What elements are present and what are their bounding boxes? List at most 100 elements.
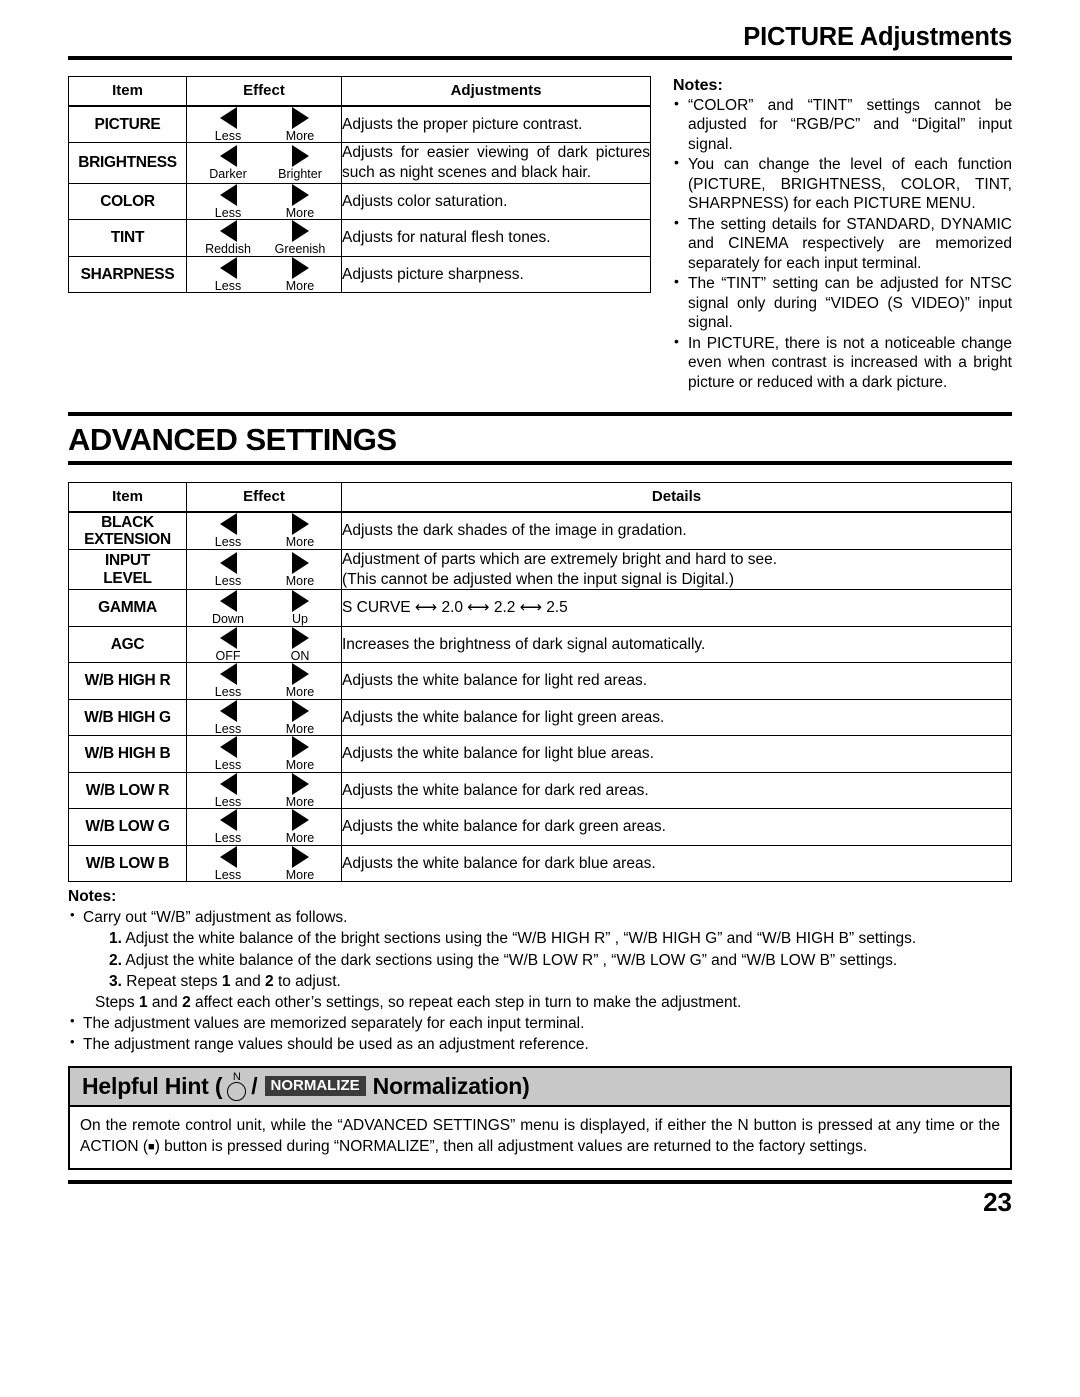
left-arrow-label: Down — [212, 612, 244, 627]
row-effect: Less More — [186, 735, 342, 773]
decrease-control[interactable]: Down — [201, 590, 255, 626]
right-arrow-label: More — [285, 758, 315, 773]
footer-rule — [68, 1179, 1012, 1184]
notes-list: “COLOR” and “TINT” settings cannot be ad… — [673, 95, 1012, 393]
increase-control[interactable]: Brighter — [273, 145, 327, 181]
section-bottom-rule — [68, 461, 1012, 466]
increase-control[interactable]: More — [273, 256, 327, 293]
decrease-control[interactable]: Less — [201, 551, 255, 588]
decrease-control[interactable]: Less — [201, 106, 255, 143]
decrease-control[interactable]: Less — [201, 256, 255, 293]
increase-control[interactable]: More — [273, 513, 327, 549]
left-arrow-icon — [219, 551, 237, 574]
list-item: Carry out “W/B” adjustment as follows. 1… — [68, 906, 1012, 1012]
table-row: GAMMA Down Up S CURVE ⟷ 2.0 ⟷ 2.2 ⟷ 2.5 — [68, 589, 1012, 627]
table-header-row: Item Effect Details — [68, 482, 1012, 514]
increase-control[interactable]: More — [273, 699, 327, 736]
row-description: Increases the brightness of dark signal … — [341, 625, 1012, 664]
increase-control[interactable]: More — [273, 663, 327, 699]
col-header-item: Item — [68, 75, 187, 107]
page-number: 23 — [983, 1186, 1012, 1217]
table-row: W/B LOW R Less More Adjusts the white balan… — [68, 771, 1012, 810]
row-effect: Less More — [186, 105, 342, 144]
notes-heading: Notes: — [68, 888, 117, 906]
row-effect: Less More — [186, 771, 342, 810]
advanced-table-body: BLACK EXTENSION Less More Adjusts the dark s… — [68, 511, 1012, 883]
increase-control[interactable]: More — [273, 809, 327, 845]
arrow-pair: Less More — [187, 772, 341, 809]
decrease-control[interactable]: Less — [201, 772, 255, 809]
decrease-control[interactable]: Less — [201, 663, 255, 699]
decrease-control[interactable]: Less — [201, 845, 255, 882]
decrease-control[interactable]: Less — [201, 513, 255, 549]
increase-control[interactable]: ON — [273, 626, 327, 663]
normalize-button-icon: N — [227, 1072, 247, 1102]
col-header-effect: Effect — [186, 75, 342, 107]
row-effect: Less More — [186, 182, 342, 221]
table-row: W/B HIGH G Less More Adjusts the white bala… — [68, 698, 1012, 737]
table-row: PICTURE Less More Adjusts the proper pic… — [68, 105, 651, 144]
action-square-icon: ■ — [148, 1141, 155, 1154]
left-arrow-label: Less — [214, 721, 242, 736]
left-arrow-icon — [219, 772, 237, 795]
right-arrow-label: ON — [290, 648, 310, 663]
increase-control[interactable]: More — [273, 845, 327, 882]
table-row: AGC OFF ON Increases the brightness of dark… — [68, 625, 1012, 664]
tail-text-b: and — [147, 993, 183, 1011]
right-arrow-icon — [291, 590, 309, 613]
left-arrow-label: Less — [214, 205, 242, 220]
decrease-control[interactable]: Reddish — [201, 220, 255, 256]
decrease-control[interactable]: OFF — [201, 626, 255, 663]
increase-control[interactable]: More — [273, 736, 327, 772]
row-description: Adjusts picture sharpness. — [341, 255, 651, 294]
right-arrow-label: More — [285, 831, 315, 846]
left-arrow-icon — [219, 736, 237, 759]
row-item-label: AGC — [68, 625, 187, 664]
right-arrow-icon — [291, 145, 309, 168]
right-arrow-icon — [291, 772, 309, 795]
left-arrow-icon — [219, 845, 237, 868]
arrow-pair: Less More — [187, 551, 341, 588]
knob-circle-icon — [227, 1082, 247, 1102]
step-text-a: Repeat steps — [126, 972, 222, 990]
row-description: Adjusts the proper picture contrast. — [341, 105, 651, 144]
increase-control[interactable]: More — [273, 772, 327, 809]
table-row: W/B HIGH R Less More Adjusts the white bala… — [68, 662, 1012, 700]
row-description: Adjusts the white balance for dark red a… — [341, 771, 1012, 810]
table-row: INPUT LEVEL Less More Adjustment of parts wh… — [68, 548, 1012, 591]
left-arrow-label: Less — [214, 278, 242, 293]
right-arrow-icon — [291, 736, 309, 759]
decrease-control[interactable]: Less — [201, 809, 255, 845]
row-item-label: COLOR — [68, 182, 187, 221]
table-row: BRIGHTNESS Darker Brighter Adjusts for e… — [68, 142, 651, 184]
picture-table-container: Item Effect Adjustments PICTURE Less Mor… — [68, 75, 651, 294]
step-text: Adjust the white balance of the bright s… — [125, 930, 917, 948]
increase-control[interactable]: Greenish — [273, 220, 327, 256]
row-description: Adjusts the white balance for dark blue … — [341, 844, 1012, 883]
row-description: Adjusts the white balance for light red … — [341, 662, 1012, 700]
row-effect: Less More — [186, 662, 342, 700]
row-effect: Down Up — [186, 589, 342, 627]
increase-control[interactable]: Up — [273, 590, 327, 626]
step-number: 1. — [109, 930, 122, 948]
increase-control[interactable]: More — [273, 551, 327, 588]
decrease-control[interactable]: Less — [201, 699, 255, 736]
right-arrow-label: Greenish — [274, 242, 326, 257]
step-number: 3. — [109, 972, 122, 990]
step-ref-1: 1 — [221, 972, 231, 990]
increase-control[interactable]: More — [273, 183, 327, 220]
decrease-control[interactable]: Darker — [201, 145, 255, 181]
right-arrow-label: More — [285, 535, 315, 550]
helpful-hint-title-tail: Normalization) — [372, 1072, 530, 1099]
decrease-control[interactable]: Less — [201, 183, 255, 220]
left-arrow-label: Less — [214, 758, 242, 773]
left-arrow-icon — [219, 626, 237, 649]
decrease-control[interactable]: Less — [201, 736, 255, 772]
row-effect: OFF ON — [186, 625, 342, 664]
row-effect: Darker Brighter — [186, 142, 342, 184]
increase-control[interactable]: More — [273, 106, 327, 143]
row-description: Adjustment of parts which are extremely … — [341, 548, 1012, 591]
row-item-label: INPUT LEVEL — [68, 548, 187, 591]
arrow-pair: Less More — [187, 183, 341, 220]
step-item: 2. Adjust the white balance of the dark … — [109, 950, 1012, 971]
